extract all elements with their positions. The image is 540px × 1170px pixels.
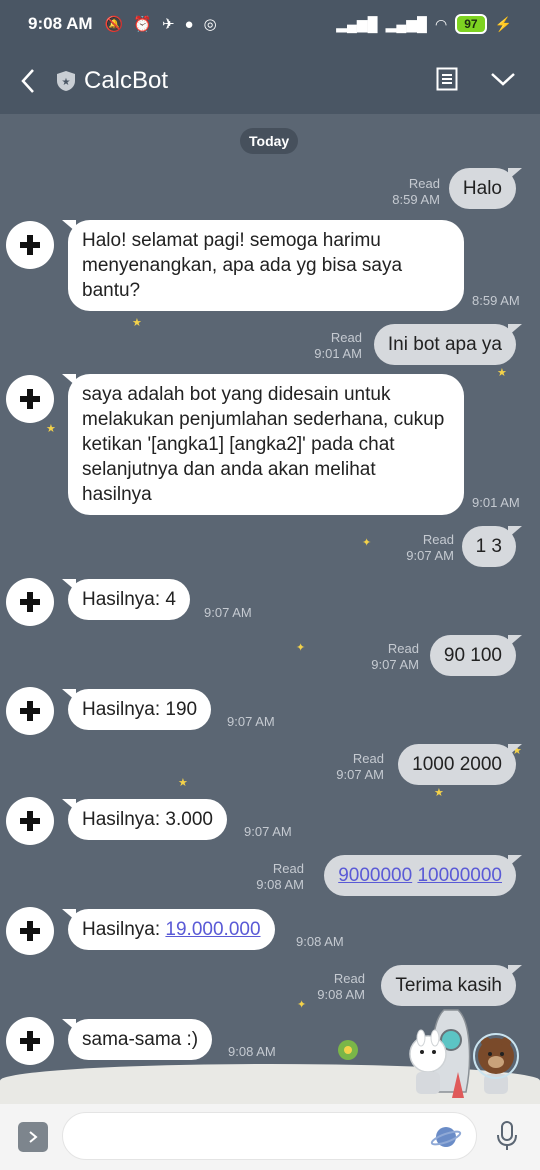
bot-avatar[interactable] (6, 375, 54, 423)
message-time: 9:08 AM (296, 934, 344, 949)
system-icons: ▂▄▆█ ▂▄▆█ ◠ 97 ⚡ (336, 14, 512, 34)
shield-icon: ★ (57, 71, 75, 91)
plus-icon (20, 1031, 40, 1051)
star-decoration: ★ (497, 367, 507, 379)
status-bar: 9:08 AM 🔕 ⏰ ✈ ● ◎ ▂▄▆█ ▂▄▆█ ◠ 97 ⚡ (0, 0, 540, 48)
plus-icon (20, 592, 40, 612)
received-message[interactable]: Hasilnya: 190 (61, 689, 212, 730)
sent-message[interactable]: Ini bot apa ya (373, 324, 523, 365)
chat-title: CalcBot (84, 67, 169, 94)
alarm-icon: ⏰ (133, 16, 152, 33)
star-decoration: ✦ (297, 999, 307, 1011)
message-input[interactable] (62, 1112, 477, 1160)
plus-icon (20, 389, 40, 409)
message-meta: Read 9:07 AM (336, 751, 384, 782)
sent-message[interactable]: 90 100 (429, 635, 523, 676)
chat-area[interactable]: ★ ★ ★ ✦ ✦ ★ ★ ★ ★ ✦ Today Read 8:59 AM H… (0, 114, 540, 1104)
sent-message[interactable]: Terima kasih (381, 965, 522, 1006)
bot-avatar[interactable] (6, 578, 54, 626)
number-link[interactable]: 19.000.000 (165, 919, 260, 940)
star-decoration: ★ (178, 777, 188, 789)
message-time: 9:07 AM (227, 714, 275, 729)
bot-avatar[interactable] (6, 221, 54, 269)
message-meta: Read 9:01 AM (314, 330, 362, 361)
message-meta: Read 9:08 AM (317, 971, 365, 1002)
received-message[interactable]: Halo! selamat pagi! semoga harimu menyen… (62, 220, 464, 311)
message-input-bar (0, 1104, 540, 1170)
expand-button[interactable] (18, 1122, 48, 1152)
received-message[interactable]: sama-sama :) (61, 1019, 213, 1060)
chevron-down-icon (491, 72, 515, 86)
message-time: 9:01 AM (472, 495, 520, 510)
line-icon: ● (184, 15, 194, 33)
star-decoration: ★ (434, 787, 444, 799)
wifi-icon: ◠ (434, 15, 448, 32)
back-button[interactable] (0, 48, 56, 114)
back-arrow-icon (21, 69, 34, 93)
mute-icon: 🔕 (104, 16, 124, 33)
message-meta: Read 9:07 AM (406, 532, 454, 563)
number-link[interactable]: 9000000 (338, 865, 412, 886)
plus-icon (20, 921, 40, 941)
plus-icon (20, 701, 40, 721)
message-time: 8:59 AM (472, 293, 520, 308)
sent-message[interactable]: Halo (448, 168, 523, 209)
sent-message[interactable]: 1000 2000 (398, 744, 522, 785)
planet-icon (430, 1127, 462, 1147)
message-text: Hasilnya: (82, 919, 166, 940)
star-decoration: ✦ (296, 642, 306, 654)
message-meta: Read 9:07 AM (371, 641, 419, 672)
notification-icons: 🔕 ⏰ ✈ ● ◎ (104, 15, 217, 34)
charging-icon: ⚡ (494, 15, 512, 32)
message-time: 9:07 AM (204, 605, 252, 620)
received-message[interactable]: Hasilnya: 19.000.000 (62, 909, 275, 950)
received-message[interactable]: Hasilnya: 3.000 (62, 799, 227, 840)
chat-header: ★ CalcBot (0, 48, 540, 114)
message-time: 9:07 AM (244, 824, 292, 839)
whatsapp-icon: ◎ (203, 16, 217, 33)
mascot-illustration (338, 1009, 519, 1098)
sent-message[interactable]: 9000000 10000000 (324, 855, 522, 896)
bot-avatar[interactable] (6, 907, 54, 955)
chevron-right-icon (29, 1131, 38, 1143)
received-message[interactable]: saya adalah bot yang didesain untuk mela… (62, 374, 464, 515)
notes-button[interactable] (436, 67, 458, 96)
microphone-button[interactable] (494, 1120, 520, 1157)
star-decoration: ★ (46, 423, 56, 435)
star-decoration: ★ (132, 317, 142, 329)
battery-icon: 97 (455, 14, 487, 34)
sent-message[interactable]: 1 3 (461, 526, 523, 567)
bot-avatar[interactable] (6, 687, 54, 735)
notes-icon (436, 67, 458, 90)
message-time: 9:08 AM (228, 1044, 276, 1059)
plus-icon (20, 811, 40, 831)
bot-avatar[interactable] (6, 1017, 54, 1065)
microphone-icon (497, 1121, 517, 1150)
bot-avatar[interactable] (6, 797, 54, 845)
star-decoration: ✦ (362, 537, 372, 549)
svg-text:★: ★ (62, 77, 71, 88)
number-link[interactable]: 10000000 (417, 865, 502, 886)
sticker-button[interactable] (430, 1123, 462, 1156)
message-meta: Read 8:59 AM (392, 176, 440, 207)
date-separator: Today (240, 128, 299, 154)
telegram-icon: ✈ (161, 16, 175, 33)
received-message[interactable]: Hasilnya: 4 (62, 579, 190, 620)
signal-icon-2: ▂▄▆█ (385, 15, 427, 32)
plus-icon (20, 235, 40, 255)
message-meta: Read 9:08 AM (256, 861, 304, 892)
signal-icon: ▂▄▆█ (336, 15, 378, 32)
status-time: 9:08 AM (28, 14, 93, 33)
menu-button[interactable] (490, 71, 516, 92)
